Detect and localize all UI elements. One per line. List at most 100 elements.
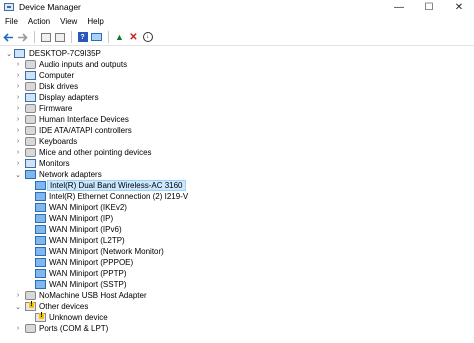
category-label: Audio inputs and outputs [39, 60, 128, 69]
hid-icon [25, 115, 36, 124]
category-label: Monitors [39, 159, 70, 168]
category-label: Ports (COM & LPT) [39, 324, 109, 333]
category-label: IDE ATA/ATAPI controllers [39, 126, 132, 135]
network-adapter-icon [35, 192, 46, 201]
tree-device-wan-ikev2[interactable]: WAN Miniport (IKEv2) [0, 202, 474, 213]
chevron-right-icon[interactable]: › [14, 158, 22, 169]
chevron-right-icon[interactable]: › [14, 59, 22, 70]
chevron-right-icon[interactable]: › [14, 290, 22, 301]
close-button[interactable]: ✕ [444, 0, 474, 14]
chevron-right-icon[interactable]: › [14, 92, 22, 103]
network-adapter-icon [35, 258, 46, 267]
chevron-right-icon[interactable]: › [14, 125, 22, 136]
tree-category-mice[interactable]: › Mice and other pointing devices [0, 147, 474, 158]
monitor-icon [25, 159, 36, 168]
chevron-right-icon[interactable]: › [14, 114, 22, 125]
monitor-icon[interactable] [90, 31, 103, 44]
computer-icon [25, 71, 36, 80]
tree-category-keyboards[interactable]: › Keyboards [0, 136, 474, 147]
tree-category-disk-drives[interactable]: › Disk drives [0, 81, 474, 92]
tree-category-nomachine[interactable]: › NoMachine USB Host Adapter [0, 290, 474, 301]
device-label: WAN Miniport (Network Monitor) [49, 247, 164, 256]
tree-device-wan-netmon[interactable]: WAN Miniport (Network Monitor) [0, 246, 474, 257]
menu-file[interactable]: File [0, 17, 23, 26]
chevron-right-icon[interactable]: › [14, 323, 22, 334]
disk-drive-icon [25, 82, 36, 91]
tree-device-wan-pppoe[interactable]: WAN Miniport (PPPOE) [0, 257, 474, 268]
category-label: Keyboards [39, 137, 78, 146]
network-adapter-icon [35, 280, 46, 289]
tree-category-other[interactable]: ⌄ Other devices [0, 301, 474, 312]
tree-category-ide[interactable]: › IDE ATA/ATAPI controllers [0, 125, 474, 136]
chevron-down-icon[interactable]: ⌄ [14, 301, 22, 312]
back-arrow-icon[interactable] [2, 31, 15, 44]
device-label: WAN Miniport (IPv6) [49, 225, 122, 234]
minimize-button[interactable]: — [384, 0, 414, 14]
tree-category-network[interactable]: ⌄ Network adapters [0, 169, 474, 180]
ide-controller-icon [25, 126, 36, 135]
tree-category-display[interactable]: › Display adapters [0, 92, 474, 103]
uninstall-icon[interactable]: ✕ [127, 31, 140, 44]
tree-device-wan-ipv6[interactable]: WAN Miniport (IPv6) [0, 224, 474, 235]
title-bar: Device Manager — ☐ ✕ [0, 0, 474, 14]
menu-help[interactable]: Help [82, 17, 108, 26]
device-manager-icon [4, 3, 14, 11]
network-adapter-icon [35, 225, 46, 234]
tree-device-unknown[interactable]: Unknown device [0, 312, 474, 323]
tree-category-audio[interactable]: › Audio inputs and outputs [0, 59, 474, 70]
network-adapter-icon [35, 181, 46, 190]
network-adapter-icon [35, 214, 46, 223]
tree-root-label: DESKTOP-7C9I35P [29, 49, 101, 58]
usb-host-icon [25, 291, 36, 300]
forward-arrow-icon[interactable] [16, 31, 29, 44]
toolbar-separator [34, 31, 35, 43]
tree-category-computer[interactable]: › Computer [0, 70, 474, 81]
category-label: Computer [39, 71, 75, 80]
other-devices-icon [25, 302, 36, 311]
device-label: Intel(R) Dual Band Wireless-AC 3160 [47, 180, 186, 191]
toolbar-separator [71, 31, 72, 43]
add-driver-icon[interactable]: ▲ [113, 31, 126, 44]
tree-device-wan-pptp[interactable]: WAN Miniport (PPTP) [0, 268, 474, 279]
help-icon[interactable]: ? [76, 31, 89, 44]
network-adapter-icon [25, 170, 36, 179]
firmware-icon [25, 104, 36, 113]
tree-device-ethernet[interactable]: Intel(R) Ethernet Connection (2) I219-V [0, 191, 474, 202]
tree-category-monitors[interactable]: › Monitors [0, 158, 474, 169]
device-label: WAN Miniport (SSTP) [49, 280, 127, 289]
device-label: WAN Miniport (L2TP) [49, 236, 125, 245]
properties-icon[interactable] [39, 31, 52, 44]
display-adapter-icon [25, 93, 36, 102]
window-controls: — ☐ ✕ [384, 0, 474, 14]
chevron-right-icon[interactable]: › [14, 70, 22, 81]
chevron-right-icon[interactable]: › [14, 103, 22, 114]
tree-device-wan-ip[interactable]: WAN Miniport (IP) [0, 213, 474, 224]
tree-category-hid[interactable]: › Human Interface Devices [0, 114, 474, 125]
tree-root[interactable]: ⌄ DESKTOP-7C9I35P [0, 48, 474, 59]
category-label: Firmware [39, 104, 73, 113]
network-adapter-icon [35, 203, 46, 212]
menu-view[interactable]: View [55, 17, 82, 26]
menu-action[interactable]: Action [23, 17, 55, 26]
tree-device-wan-l2tp[interactable]: WAN Miniport (L2TP) [0, 235, 474, 246]
chevron-right-icon[interactable]: › [14, 136, 22, 147]
category-label: Network adapters [39, 170, 102, 179]
menu-bar: File Action View Help [0, 15, 474, 28]
download-icon[interactable]: ↓ [141, 31, 154, 44]
tree-category-firmware[interactable]: › Firmware [0, 103, 474, 114]
chevron-down-icon[interactable]: ⌄ [14, 169, 22, 180]
maximize-button[interactable]: ☐ [414, 0, 444, 14]
tree-device-wan-sstp[interactable]: WAN Miniport (SSTP) [0, 279, 474, 290]
device-tree: ⌄ DESKTOP-7C9I35P › Audio inputs and out… [0, 48, 474, 343]
speaker-icon [25, 60, 36, 69]
tree-category-ports[interactable]: › Ports (COM & LPT) [0, 323, 474, 334]
device-label: WAN Miniport (PPTP) [49, 269, 127, 278]
device-label: WAN Miniport (IP) [49, 214, 114, 223]
chevron-right-icon[interactable]: › [14, 147, 22, 158]
toolbar: ? ▲ ✕ ↓ [0, 29, 474, 46]
tree-device-wireless[interactable]: Intel(R) Dual Band Wireless-AC 3160 [0, 180, 474, 191]
show-hide-icon[interactable] [53, 31, 66, 44]
mouse-icon [25, 148, 36, 157]
chevron-down-icon[interactable]: ⌄ [5, 48, 13, 59]
chevron-right-icon[interactable]: › [14, 81, 22, 92]
